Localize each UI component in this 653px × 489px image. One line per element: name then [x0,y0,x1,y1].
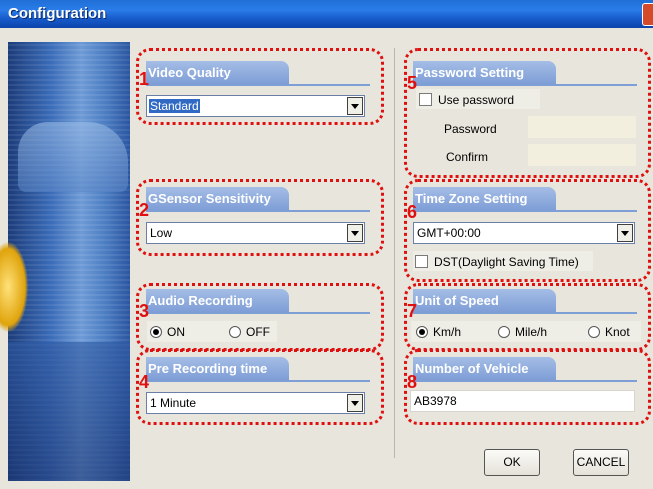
time-zone-underline [413,210,637,212]
annotation-number-8: 8 [407,372,418,392]
column-divider [394,48,395,458]
annotation-number-4: 4 [139,372,150,392]
time-zone-value: GMT+00:00 [417,226,481,240]
gsensor-value: Low [150,226,173,240]
audio-off-radio[interactable] [229,326,241,338]
gsensor-select[interactable]: Low [146,222,365,244]
side-banner-image [0,42,130,481]
title-bar[interactable]: Configuration [0,0,653,28]
annotation-number-6: 6 [407,202,418,222]
chevron-down-icon[interactable] [617,224,633,242]
speed-knot-radio[interactable] [588,326,600,338]
gsensor-underline [146,210,370,212]
password-setting-title: Password Setting [413,61,556,84]
chevron-down-icon[interactable] [347,394,363,412]
vehicle-number-value: AB3978 [414,394,457,408]
audio-on-label: ON [167,325,185,339]
number-of-vehicle-title: Number of Vehicle [413,357,556,380]
dst-label: DST(Daylight Saving Time) [434,255,579,269]
confirm-password-field[interactable] [528,144,636,166]
password-label: Password [444,122,497,136]
speed-mileh-label: Mile/h [515,325,548,339]
audio-off-label: OFF [246,325,270,339]
confirm-label: Confirm [446,150,489,164]
close-icon[interactable] [642,3,653,26]
use-password-label: Use password [438,93,515,107]
chevron-down-icon[interactable] [347,97,363,115]
unit-of-speed-title: Unit of Speed [413,289,556,312]
speed-kmh-radio[interactable] [416,326,428,338]
headlight-glow [0,242,28,332]
video-quality-underline [146,84,370,86]
video-quality-title: Video Quality [146,61,289,84]
ok-button[interactable]: OK [484,449,540,476]
pre-recording-select[interactable]: 1 Minute [146,392,365,414]
number-of-vehicle-underline [413,380,637,382]
time-zone-title: Time Zone Setting [413,187,556,210]
pre-recording-value: 1 Minute [150,396,197,410]
annotation-number-3: 3 [139,301,150,321]
time-zone-select[interactable]: GMT+00:00 [413,222,635,244]
dst-checkbox[interactable] [415,255,428,268]
speed-kmh-label: Km/h [433,325,462,339]
audio-recording-underline [146,312,370,314]
unit-of-speed-underline [413,312,637,314]
cancel-button[interactable]: CANCEL [573,449,629,476]
gsensor-title: GSensor Sensitivity [146,187,289,210]
speed-knot-label: Knot [605,325,630,339]
password-setting-underline [413,84,637,86]
pre-recording-title: Pre Recording time [146,357,289,380]
vehicle-number-input[interactable]: AB3978 [410,390,635,412]
window-title: Configuration [8,5,107,22]
annotation-number-1: 1 [139,69,150,89]
audio-on-radio[interactable] [150,326,162,338]
video-quality-select[interactable]: Standard [146,95,365,117]
annotation-number-7: 7 [407,301,418,321]
car-illustration [18,122,128,192]
annotation-number-2: 2 [139,200,150,220]
video-quality-value: Standard [149,99,200,113]
use-password-checkbox[interactable] [419,93,432,106]
audio-recording-title: Audio Recording [146,289,289,312]
chevron-down-icon[interactable] [347,224,363,242]
configuration-window: Configuration Video Quality 1 Standard G… [0,0,653,489]
road-illustration [8,342,130,481]
speed-mileh-radio[interactable] [498,326,510,338]
pre-recording-underline [146,380,370,382]
password-field[interactable] [528,116,636,138]
